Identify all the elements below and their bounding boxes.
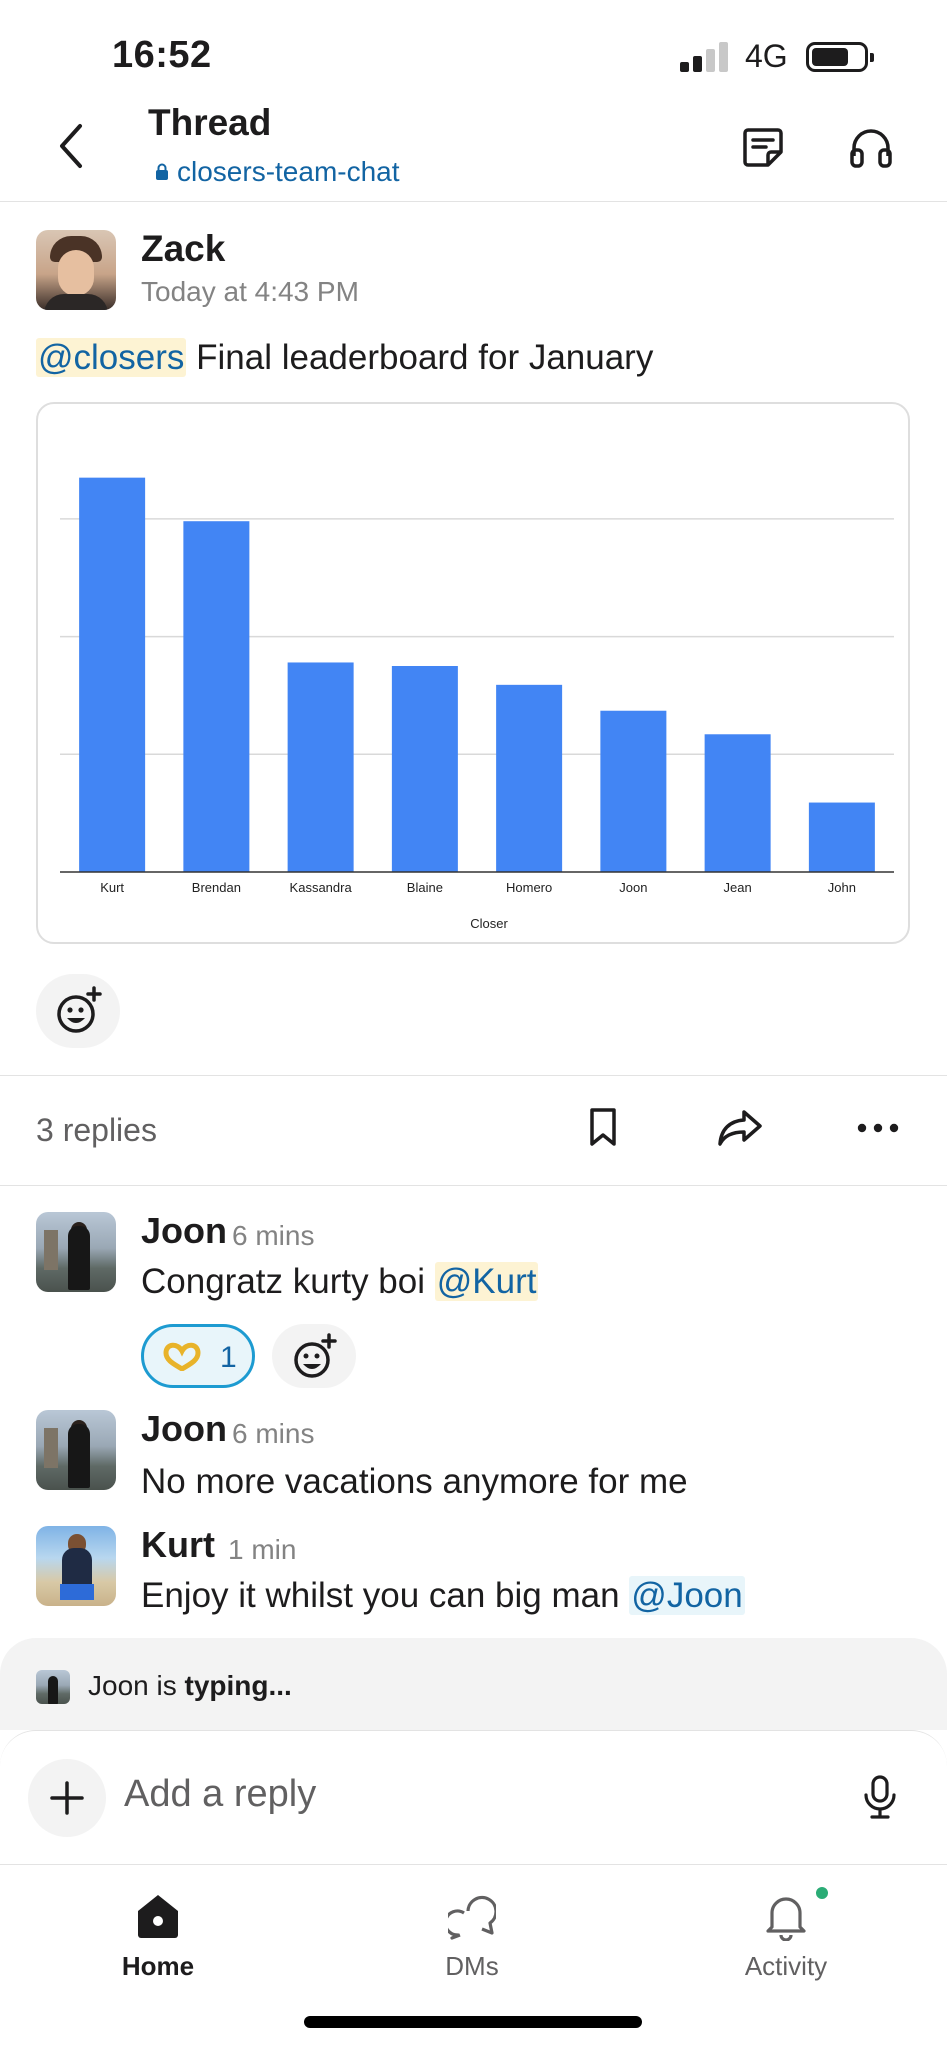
reply-text: No more vacations anymore for me xyxy=(141,1462,688,1501)
reply-time: 1 min xyxy=(228,1534,297,1565)
x-tick-label: Blaine xyxy=(407,880,443,895)
bar-chart: Kurt Brendan Kassandra Blaine Homero Joon Jean… xyxy=(60,477,894,931)
avatar xyxy=(36,1670,70,1704)
reply-text: Enjoy it whilst you can big man @Joon xyxy=(141,1576,745,1616)
typing-user: Joon is xyxy=(88,1670,185,1701)
page-title: Thread xyxy=(148,102,272,143)
reply-body: Congratz kurty boi xyxy=(141,1262,435,1301)
tab-label: Home xyxy=(121,1951,195,1981)
home-icon xyxy=(138,1895,178,1938)
tab-dms[interactable]: DMs xyxy=(382,1881,562,1991)
tab-label: Activity xyxy=(744,1951,828,1981)
thread-header: Thread closers-team-chat xyxy=(0,98,947,202)
add-reaction-button[interactable] xyxy=(272,1324,356,1388)
message-body: Final leaderboard for January xyxy=(186,338,654,377)
reply-author[interactable]: Joon xyxy=(141,1408,227,1450)
chart-attachment[interactable]: Kurt Brendan Kassandra Blaine Homero Joon Jean… xyxy=(36,402,910,944)
x-tick-label: Brendan xyxy=(192,880,241,895)
mention-link[interactable]: @Kurt xyxy=(434,1262,539,1301)
bar-joon xyxy=(600,710,667,872)
status-bar: 16:52 4G xyxy=(0,0,947,110)
chevron-left-icon xyxy=(60,124,82,168)
dms-icon xyxy=(448,1895,496,1940)
lock-icon xyxy=(156,163,168,180)
save-button[interactable] xyxy=(586,1106,620,1148)
status-time: 16:52 xyxy=(112,34,212,76)
message-author[interactable]: Zack xyxy=(141,228,225,270)
tab-label: DMs xyxy=(445,1951,499,1981)
plus-icon xyxy=(50,1781,84,1815)
attach-button[interactable] xyxy=(28,1759,106,1837)
activity-badge xyxy=(814,1885,830,1901)
message-timestamp: Today at 4:43 PM xyxy=(141,276,359,307)
replies-count: 3 replies xyxy=(36,1112,157,1148)
more-options-button[interactable] xyxy=(856,1120,900,1136)
add-reaction-button[interactable] xyxy=(36,974,120,1048)
x-tick-label: Kurt xyxy=(100,880,124,895)
typing-text: Joon is typing... xyxy=(88,1670,292,1702)
bar-homero xyxy=(496,684,563,872)
divider xyxy=(0,1185,947,1186)
tab-activity[interactable]: Activity xyxy=(696,1881,876,1991)
x-tick-label: Jean xyxy=(724,880,752,895)
network-type: 4G xyxy=(745,38,788,74)
tab-home[interactable]: Home xyxy=(68,1881,248,1991)
heart-hands-emoji-icon xyxy=(163,1342,201,1371)
reply-composer xyxy=(0,1730,947,1864)
x-tick-label: Homero xyxy=(506,880,552,895)
signal-strength-icon xyxy=(680,42,732,72)
avatar[interactable] xyxy=(36,230,116,310)
avatar[interactable] xyxy=(36,1212,116,1292)
reply-author[interactable]: Joon xyxy=(141,1210,227,1252)
bar-kassandra xyxy=(287,662,354,872)
x-tick-label: John xyxy=(828,880,856,895)
reply-time: 6 mins xyxy=(232,1418,315,1449)
bar-john xyxy=(808,802,875,872)
x-tick-label: Kassandra xyxy=(290,880,353,895)
reply-text: Congratz kurty boi @Kurt xyxy=(141,1262,539,1302)
add-emoji-icon xyxy=(294,1333,337,1378)
bar-brendan xyxy=(183,521,250,872)
thread-actions-bar: 3 replies xyxy=(0,1076,947,1186)
mention-link[interactable]: @Joon xyxy=(629,1576,745,1615)
ellipsis-icon xyxy=(857,1123,899,1133)
mention-link[interactable]: @closers xyxy=(36,338,187,377)
microphone-icon xyxy=(864,1775,896,1819)
reply-time: 6 mins xyxy=(232,1220,315,1251)
channel-name: closers-team-chat xyxy=(177,156,400,187)
bell-icon xyxy=(766,1897,806,1941)
message-text: @closers Final leaderboard for January xyxy=(36,338,653,378)
reaction-chip[interactable]: 1 xyxy=(141,1324,255,1388)
x-axis-label: Closer xyxy=(470,916,508,931)
add-emoji-icon xyxy=(57,986,102,1033)
reply-input[interactable] xyxy=(124,1773,744,1816)
huddle-button[interactable] xyxy=(846,122,896,172)
avatar[interactable] xyxy=(36,1410,116,1490)
typing-indicator: Joon is typing... xyxy=(0,1638,947,1730)
back-button[interactable] xyxy=(50,120,98,172)
avatar[interactable] xyxy=(36,1526,116,1606)
bar-blaine xyxy=(391,666,458,872)
share-arrow-icon xyxy=(718,1110,762,1146)
canvas-icon xyxy=(743,128,783,167)
bookmark-icon xyxy=(590,1108,616,1146)
canvas-button[interactable] xyxy=(738,122,788,172)
reply-author[interactable]: Kurt xyxy=(141,1524,215,1566)
headphones-icon xyxy=(850,129,892,168)
reaction-count: 1 xyxy=(220,1341,237,1374)
microphone-button[interactable] xyxy=(860,1773,900,1823)
battery-icon xyxy=(806,42,874,72)
reply-body: Enjoy it whilst you can big man xyxy=(141,1576,630,1615)
share-button[interactable] xyxy=(716,1108,764,1148)
typing-status: typing... xyxy=(184,1670,292,1701)
home-indicator xyxy=(304,2016,642,2028)
bar-kurt xyxy=(79,477,146,872)
x-tick-label: Joon xyxy=(619,880,647,895)
channel-link[interactable]: closers-team-chat xyxy=(155,156,400,188)
bar-jean xyxy=(704,734,771,872)
